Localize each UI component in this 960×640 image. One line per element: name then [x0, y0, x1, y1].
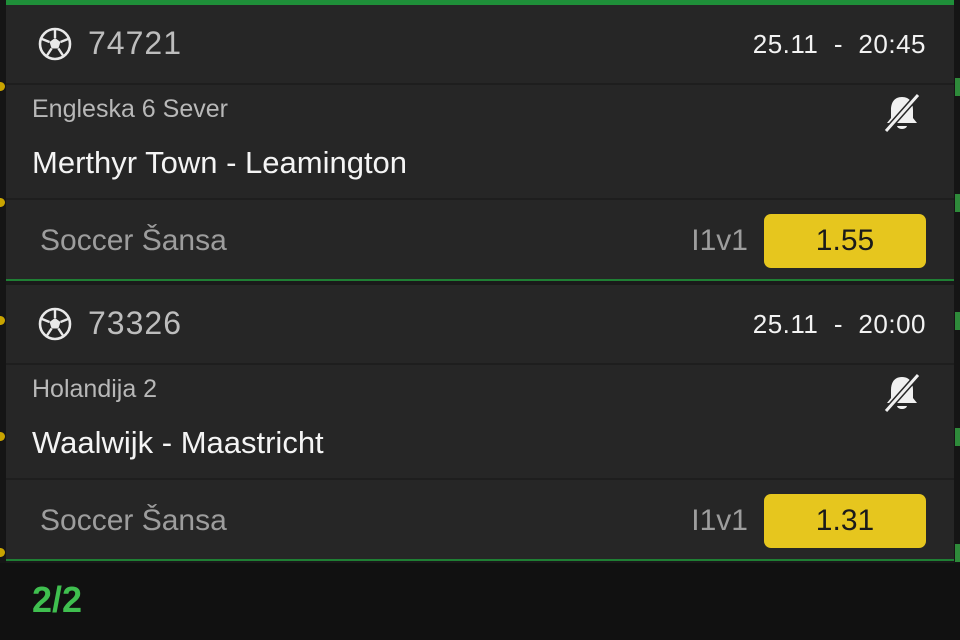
card-divider — [6, 279, 954, 281]
league-name: Engleska 6 Sever — [32, 95, 228, 123]
edge-indicator-bar — [955, 312, 960, 330]
match-card[interactable]: 73326 25.11 - 20:00 Holandija 2 Waalwijk… — [6, 285, 954, 561]
bet-code: I1v1 — [691, 224, 748, 257]
match-datetime: 25.11 - 20:45 — [752, 29, 926, 59]
match-count: 2/2 — [32, 579, 83, 620]
match-datetime: 25.11 - 20:00 — [752, 309, 926, 339]
match-id: 73326 — [88, 305, 182, 341]
match-header: 73326 25.11 - 20:00 — [6, 285, 954, 365]
edge-indicator-dot — [0, 82, 5, 91]
bet-code: I1v1 — [691, 504, 748, 537]
edge-indicator-bar — [955, 544, 960, 562]
edge-indicator-bar — [955, 428, 960, 446]
bet-type: Soccer Šansa — [40, 224, 227, 257]
edge-indicator-dot — [0, 198, 5, 207]
bet-row: Soccer Šansa I1v1 1.31 — [6, 478, 954, 560]
edge-indicator-bar — [955, 194, 960, 212]
edge-indicator-bar — [955, 78, 960, 96]
odds-button[interactable]: 1.31 — [764, 494, 926, 548]
match-teams[interactable]: Merthyr Town - Leamington — [32, 145, 407, 181]
bell-off-icon — [883, 93, 921, 133]
match-id: 74721 — [88, 25, 182, 61]
bet-row: Soccer Šansa I1v1 1.55 — [6, 198, 954, 280]
bet-type: Soccer Šansa — [40, 504, 227, 537]
ticket-footer: 2/2 — [0, 563, 960, 640]
bell-off-icon — [883, 373, 921, 413]
notification-toggle-button[interactable] — [880, 371, 924, 415]
odds-button[interactable]: 1.55 — [764, 214, 926, 268]
edge-indicator-dot — [0, 548, 5, 557]
league-name: Holandija 2 — [32, 375, 158, 403]
soccer-ball-icon — [38, 307, 72, 341]
soccer-ball-icon — [38, 27, 72, 61]
right-background-edge — [954, 0, 960, 640]
match-header: 74721 25.11 - 20:45 — [6, 5, 954, 85]
card-divider — [6, 559, 954, 561]
edge-indicator-dot — [0, 316, 5, 325]
notification-toggle-button[interactable] — [880, 91, 924, 135]
match-card[interactable]: 74721 25.11 - 20:45 Engleska 6 Sever Mer… — [6, 5, 954, 281]
edge-indicator-dot — [0, 432, 5, 441]
match-teams[interactable]: Waalwijk - Maastricht — [32, 425, 324, 461]
